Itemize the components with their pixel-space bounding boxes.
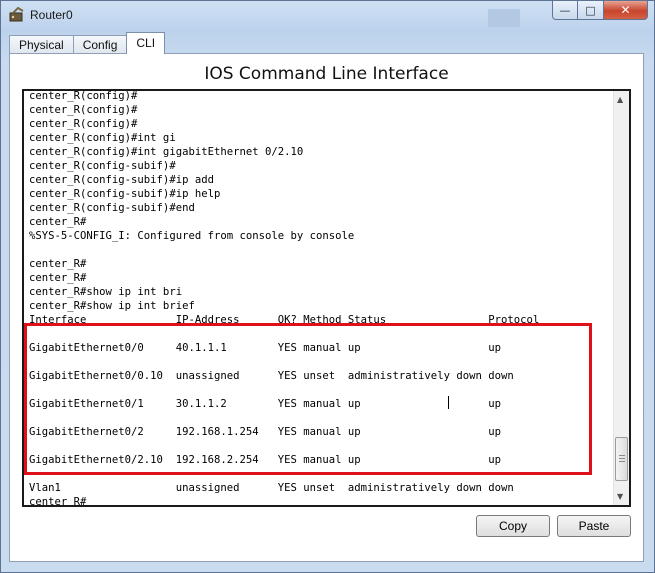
- window-title: Router0: [30, 8, 73, 22]
- console-line: center_R#: [29, 216, 87, 228]
- title-bar[interactable]: Router0 — □ ✕: [1, 1, 654, 29]
- close-icon: ✕: [620, 3, 631, 17]
- router-window: Router0 — □ ✕ Physical Config CLI IOS Co…: [0, 0, 655, 573]
- router-app-icon: [9, 7, 24, 22]
- vertical-scrollbar[interactable]: ▲ ▼: [613, 91, 629, 505]
- tab-config[interactable]: Config: [72, 35, 128, 54]
- console-line: center_R#show ip int bri: [29, 286, 183, 298]
- console-line: center_R(config-subif)#ip help: [29, 188, 221, 200]
- highlight-box: [24, 323, 592, 475]
- scroll-down-icon[interactable]: ▼: [617, 492, 623, 501]
- grip-line: [619, 458, 625, 459]
- close-button[interactable]: ✕: [604, 1, 648, 20]
- cli-panel: IOS Command Line Interface center_R(conf…: [9, 53, 644, 562]
- console-line: center_R#: [29, 272, 87, 284]
- grip-line: [619, 455, 625, 456]
- console-line: %SYS-5-CONFIG_I: Configured from console…: [29, 230, 355, 242]
- console-line: center_R#: [29, 496, 87, 507]
- text-caret: [448, 396, 449, 409]
- console-line: center_R#: [29, 258, 87, 270]
- console-line: center_R#show ip int brief: [29, 300, 195, 312]
- tab-cli[interactable]: CLI: [126, 32, 166, 54]
- tab-bar: Physical Config CLI: [9, 32, 166, 54]
- panel-title: IOS Command Line Interface: [204, 64, 449, 84]
- console-line: Vlan1 unassigned YES unset administrativ…: [29, 482, 514, 494]
- console-line: center_R(config)#int gi: [29, 132, 176, 144]
- window-controls: — □ ✕: [552, 1, 648, 20]
- titlebar-ghost: [488, 9, 520, 27]
- console-line: center_R(config)#int gigabitEthernet 0/2…: [29, 146, 304, 158]
- minimize-icon: —: [559, 3, 571, 17]
- console-line: center_R(config-subif)#ip add: [29, 174, 214, 186]
- console-line: center_R(config)#: [29, 118, 138, 130]
- grip-line: [619, 461, 625, 462]
- scroll-up-icon[interactable]: ▲: [617, 95, 623, 104]
- tab-physical[interactable]: Physical: [9, 35, 74, 54]
- console-line: center_R(config-subif)#end: [29, 202, 195, 214]
- paste-button[interactable]: Paste: [557, 515, 631, 537]
- maximize-icon: □: [585, 3, 596, 17]
- scrollbar-thumb[interactable]: [615, 437, 628, 481]
- console-line: center_R(config)#: [29, 90, 138, 102]
- console-line: center_R(config)#: [29, 104, 138, 116]
- cli-console[interactable]: center_R(config)# center_R(config)# center…: [22, 89, 631, 507]
- minimize-button[interactable]: —: [552, 1, 578, 20]
- console-line: center_R(config-subif)#: [29, 160, 176, 172]
- maximize-button[interactable]: □: [578, 1, 604, 20]
- copy-button[interactable]: Copy: [476, 515, 550, 537]
